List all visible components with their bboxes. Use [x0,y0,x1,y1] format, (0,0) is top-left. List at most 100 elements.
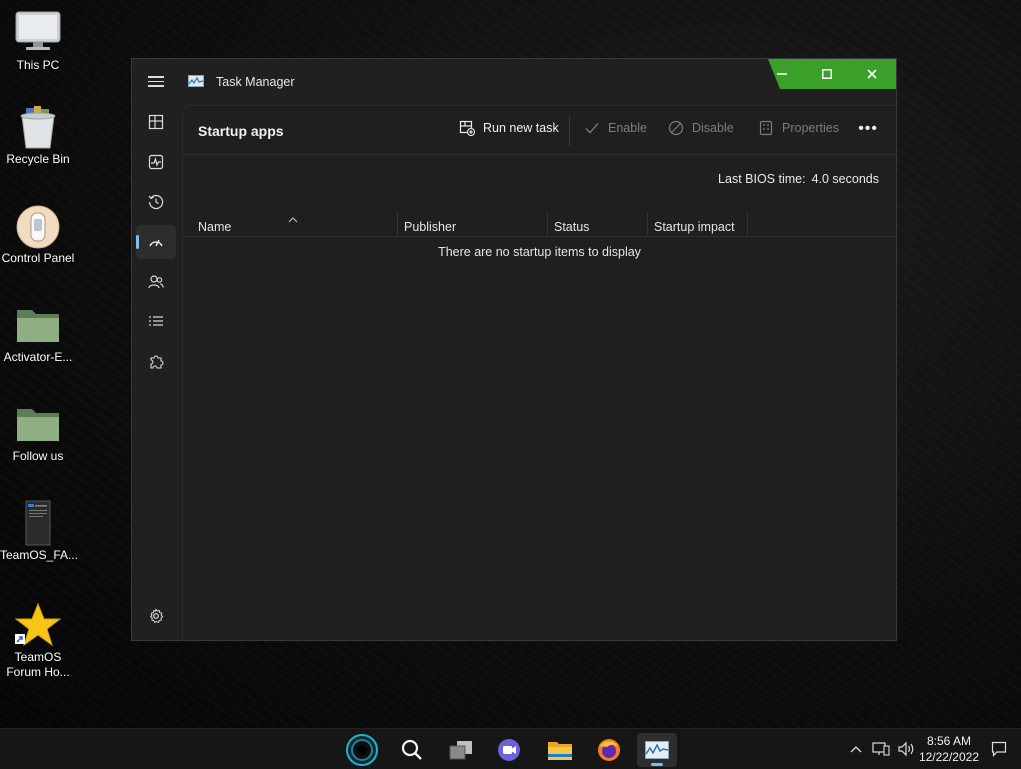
nav-rail [132,105,182,640]
empty-state-message: There are no startup items to display [438,245,641,259]
services-puzzle-icon [150,355,164,369]
properties-button[interactable]: Properties [758,120,839,136]
checkmark-icon [585,123,599,134]
recycle-bin-icon [14,104,62,149]
desktop-icon-this-pc[interactable]: This PC [0,10,76,73]
nav-users[interactable] [136,265,176,299]
column-header-status[interactable]: Status [548,212,648,236]
notifications-button[interactable] [991,729,1007,769]
show-hidden-icons-button[interactable] [850,729,862,769]
page-title: Startup apps [198,123,284,139]
monitor-icon [14,10,62,54]
column-header-name[interactable]: Name [192,212,398,236]
settings-gear-icon [149,608,164,624]
taskbar: 8:56 AM 12/22/2022 [0,728,1021,769]
title-bar[interactable]: Task Manager [132,59,896,105]
chevron-up-icon [850,746,862,753]
maximize-icon [822,69,832,79]
start-button[interactable] [342,733,382,767]
desktop-icon-teamos-forum[interactable]: TeamOS Forum Ho... [0,602,76,680]
task-manager-window: Task Manager Startup apps Run new task E… [131,58,897,641]
column-header-publisher[interactable]: Publisher [398,212,548,236]
run-new-task-icon [459,120,475,136]
column-header-label: Status [554,220,590,234]
desktop-icon-activator[interactable]: Activator-E... [0,302,76,365]
maximize-button[interactable] [805,59,849,89]
bios-value: 4.0 seconds [811,172,879,186]
chat-camera-icon [498,739,520,761]
network-icon [872,742,890,756]
enable-button[interactable]: Enable [584,120,647,136]
desktop-icon-follow-us[interactable]: Follow us [0,401,76,464]
processes-icon [148,114,164,130]
close-icon [867,69,877,79]
desktop-icon-label: Recycle Bin [6,152,70,166]
minimize-icon [777,73,787,75]
minimize-button[interactable] [760,59,804,89]
task-view-button[interactable] [441,733,481,767]
search-button[interactable] [392,733,432,767]
firefox-icon [598,739,620,761]
task-manager-app-icon [188,75,204,87]
desktop-icon-label: TeamOS Forum Ho... [6,650,70,679]
column-header-label: Startup impact [654,220,735,234]
document-icon [14,500,62,546]
toolbar-separator [569,116,570,146]
nav-details[interactable] [136,305,176,339]
task-view-icon [449,741,472,760]
network-icon-button[interactable] [872,729,890,769]
nav-startup-apps[interactable] [136,225,176,259]
sort-ascending-icon [288,206,298,236]
task-manager-taskbar-button[interactable] [637,733,677,767]
desktop-icon-label: Activator-E... [3,350,73,364]
desktop-icon-label: TeamOS_FA... [0,548,79,562]
column-header-startup-impact[interactable]: Startup impact [648,212,748,236]
star-shortcut-icon [14,602,62,647]
folder-icon [14,302,62,346]
desktop-icon-label: Control Panel [1,251,75,265]
file-explorer-button[interactable] [540,733,580,767]
performance-icon [148,154,164,170]
desktop-icon-label: This PC [16,58,60,72]
folder-icon [14,401,62,445]
table-header: Name Publisher Status Startup impact [183,212,896,237]
column-header-label: Name [198,220,232,234]
notification-icon [991,741,1007,757]
window-title: Task Manager [216,75,295,89]
more-options-button[interactable]: ••• [858,120,878,138]
nav-services[interactable] [136,345,176,379]
clock[interactable]: 8:56 AM 12/22/2022 [919,733,979,765]
last-bios-time: Last BIOS time: 4.0 seconds [718,172,879,186]
details-list-icon [149,316,163,326]
enable-label: Enable [608,121,647,135]
disable-icon [668,120,684,136]
users-icon [148,275,164,289]
firefox-button[interactable] [589,733,629,767]
startup-gauge-icon [149,239,163,247]
run-new-task-button[interactable]: Run new task [459,120,559,136]
close-button[interactable] [850,59,894,89]
control-panel-icon [14,203,62,249]
volume-icon-button[interactable] [897,729,915,769]
disable-label: Disable [692,121,734,135]
column-header-label: Publisher [404,220,457,234]
properties-label: Properties [782,121,839,135]
search-icon [401,739,422,760]
desktop-icon-recycle-bin[interactable]: Recycle Bin [0,104,76,167]
disable-button[interactable]: Disable [668,120,734,136]
teams-chat-button[interactable] [489,733,529,767]
nav-app-history[interactable] [136,185,176,219]
run-new-task-label: Run new task [483,121,559,135]
properties-icon [759,120,773,136]
start-orb-icon [346,734,378,766]
nav-settings[interactable] [136,599,176,633]
volume-icon [898,741,914,757]
task-manager-icon [645,741,669,759]
startup-apps-pane: Startup apps Run new task Enable Disable… [182,105,896,640]
desktop-icon-teamos-file[interactable]: TeamOS_FA... [0,500,79,563]
nav-performance[interactable] [136,145,176,179]
nav-processes[interactable] [136,105,176,139]
desktop-icon-control-panel[interactable]: Control Panel [0,203,76,266]
history-icon [148,194,164,210]
hamburger-menu-icon[interactable] [146,73,166,93]
